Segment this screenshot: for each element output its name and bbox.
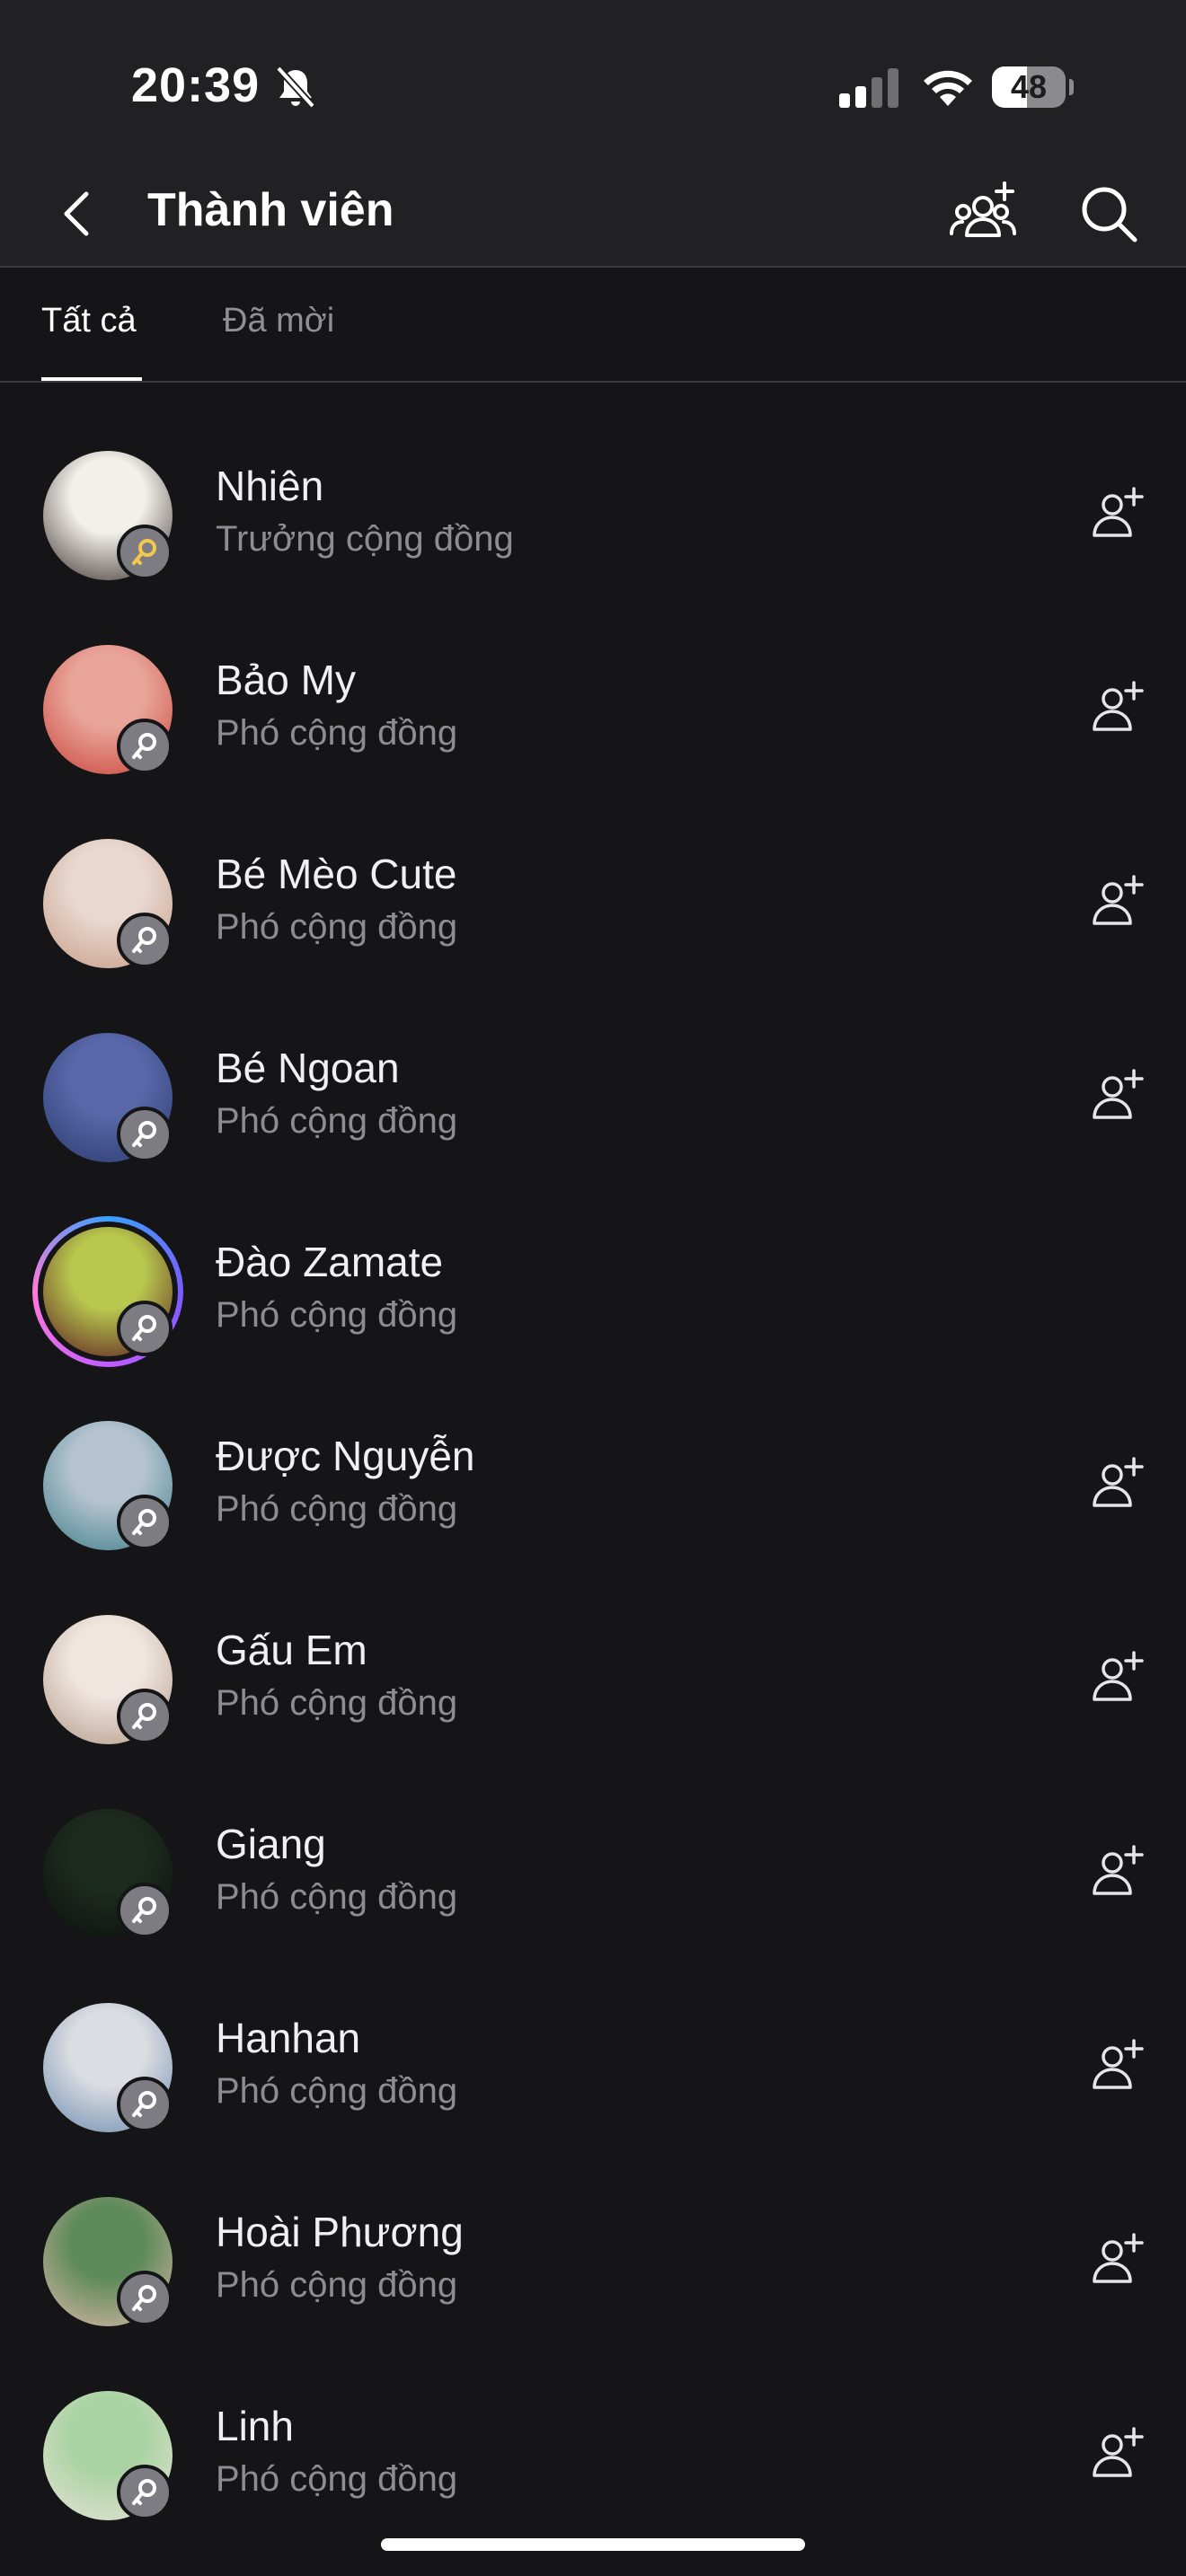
key-icon xyxy=(117,1883,173,1938)
member-role: Phó cộng đồng xyxy=(216,907,458,947)
member-role: Phó cộng đồng xyxy=(216,1295,458,1335)
member-role: Phó cộng đồng xyxy=(216,1683,458,1723)
member-role: Phó cộng đồng xyxy=(216,2071,458,2111)
nav-header: Thành viên xyxy=(0,162,1186,268)
add-friend-icon[interactable] xyxy=(1091,1069,1145,1121)
member-row[interactable]: Giang Phó cộng đồng xyxy=(0,1742,1186,1938)
key-icon xyxy=(117,2077,173,2132)
key-icon xyxy=(117,1301,173,1356)
member-name: Đào Zamate xyxy=(216,1239,444,1285)
tab-all[interactable]: Tất cả xyxy=(41,302,137,340)
member-role: Trưởng cộng đồng xyxy=(216,519,514,559)
member-name: Nhiên xyxy=(216,463,324,509)
member-name: Gấu Em xyxy=(216,1627,367,1673)
add-friend-icon[interactable] xyxy=(1091,2039,1145,2091)
member-row[interactable]: Linh Phó cộng đồng xyxy=(0,2325,1186,2520)
search-icon[interactable] xyxy=(1078,183,1139,244)
member-row[interactable]: Bé Mèo Cute Phó cộng đồng xyxy=(0,772,1186,968)
tab-bar: Tất cả Đã mời xyxy=(0,269,1186,383)
add-friend-icon[interactable] xyxy=(1091,681,1145,733)
member-name: Giang xyxy=(216,1821,326,1867)
member-role: Phó cộng đồng xyxy=(216,2459,458,2499)
member-name: Bảo My xyxy=(216,657,356,703)
member-role: Phó cộng đồng xyxy=(216,1877,458,1917)
add-friend-icon[interactable] xyxy=(1091,1651,1145,1703)
member-role: Phó cộng đồng xyxy=(216,1489,458,1529)
add-group-icon[interactable] xyxy=(949,180,1017,244)
key-icon xyxy=(117,1689,173,1744)
add-friend-icon[interactable] xyxy=(1091,487,1145,539)
member-row[interactable]: Hanhan Phó cộng đồng xyxy=(0,1936,1186,2132)
member-name: Hoài Phương xyxy=(216,2209,464,2255)
member-row[interactable]: Được Nguyễn Phó cộng đồng xyxy=(0,1354,1186,1550)
key-icon xyxy=(117,1107,173,1162)
key-icon xyxy=(117,2271,173,2326)
battery-icon: 48 xyxy=(992,66,1074,108)
status-time: 20:39 xyxy=(131,58,261,112)
key-icon xyxy=(117,525,173,580)
status-bar: 20:39 48 xyxy=(0,0,1186,162)
add-friend-icon[interactable] xyxy=(1091,2427,1145,2479)
member-row[interactable]: Đào Zamate Phó cộng đồng xyxy=(0,1160,1186,1367)
chevron-left-icon[interactable] xyxy=(56,189,101,239)
member-row[interactable]: Gấu Em Phó cộng đồng xyxy=(0,1548,1186,1744)
member-name: Bé Ngoan xyxy=(216,1045,400,1091)
wifi-icon xyxy=(924,70,972,106)
member-role: Phó cộng đồng xyxy=(216,1101,458,1141)
add-friend-icon[interactable] xyxy=(1091,1845,1145,1897)
member-row[interactable]: Bé Ngoan Phó cộng đồng xyxy=(0,966,1186,1162)
member-row[interactable]: Bảo My Phó cộng đồng xyxy=(0,578,1186,774)
key-icon xyxy=(117,2465,173,2520)
member-role: Phó cộng đồng xyxy=(216,713,458,753)
member-name: Bé Mèo Cute xyxy=(216,851,457,897)
active-tab-indicator xyxy=(41,377,142,381)
member-role: Phó cộng đồng xyxy=(216,2265,458,2305)
member-row[interactable]: Nhiên Trưởng cộng đồng xyxy=(0,384,1186,580)
member-name: Hanhan xyxy=(216,2015,361,2061)
home-indicator[interactable] xyxy=(381,2538,805,2551)
cellular-signal-icon xyxy=(839,68,898,108)
tab-invited[interactable]: Đã mời xyxy=(223,302,334,340)
key-icon xyxy=(117,913,173,968)
page-title: Thành viên xyxy=(147,184,394,236)
member-row[interactable]: Hoài Phương Phó cộng đồng xyxy=(0,2130,1186,2326)
key-icon xyxy=(117,1495,173,1550)
key-icon xyxy=(117,719,173,774)
add-friend-icon[interactable] xyxy=(1091,2233,1145,2285)
bell-muted-icon xyxy=(276,66,315,109)
add-friend-icon[interactable] xyxy=(1091,875,1145,927)
member-name: Được Nguyễn xyxy=(216,1433,475,1479)
add-friend-icon[interactable] xyxy=(1091,1457,1145,1509)
member-name: Linh xyxy=(216,2403,294,2449)
battery-level: 48 xyxy=(1010,68,1048,105)
